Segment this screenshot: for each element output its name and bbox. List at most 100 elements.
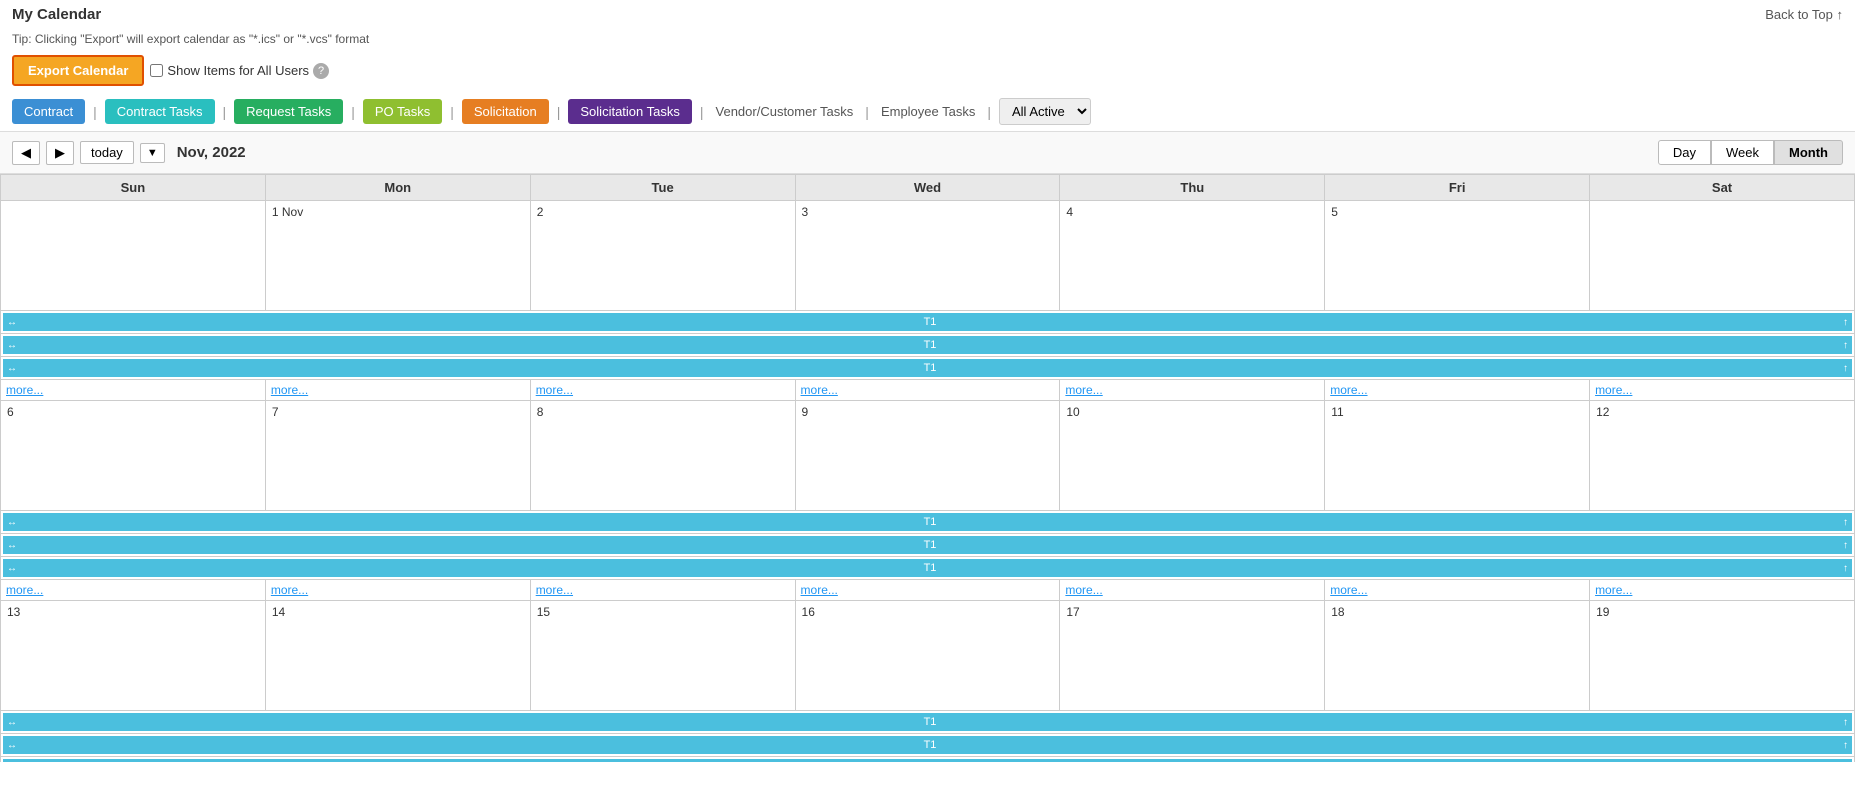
more-link[interactable]: more... <box>267 581 529 599</box>
calendar-day[interactable] <box>1 201 266 311</box>
day-number: 3 <box>798 203 1058 221</box>
calendar-day[interactable]: 2 <box>530 201 795 311</box>
event-right-arrow: ↑ <box>1843 363 1848 374</box>
event-bar[interactable]: ↔T1↑ <box>3 536 1852 554</box>
event-left-arrow: ↔ <box>7 517 17 528</box>
export-calendar-button[interactable]: Export Calendar <box>12 55 144 86</box>
request-tasks-filter-button[interactable]: Request Tasks <box>234 99 343 124</box>
calendar-nav: ◀ ▶ today ▼ Nov, 2022 Day Week Month <box>0 131 1855 174</box>
more-link[interactable]: more... <box>797 381 1059 399</box>
next-month-button[interactable]: ▶ <box>46 141 74 165</box>
more-link[interactable]: more... <box>2 381 264 399</box>
more-link[interactable]: more... <box>1591 581 1853 599</box>
day-number: 1 Nov <box>268 203 528 221</box>
calendar-day[interactable]: 15 <box>530 601 795 711</box>
event-right-arrow: ↑ <box>1843 717 1848 728</box>
day-number: 12 <box>1592 403 1852 421</box>
show-all-users-checkbox[interactable] <box>150 64 163 77</box>
tip-bar: Tip: Clicking "Export" will export calen… <box>0 29 1855 49</box>
event-bar[interactable]: ↔T1↑ <box>3 513 1852 531</box>
calendar-day[interactable]: 5 <box>1325 201 1590 311</box>
calendar-day[interactable]: 10 <box>1060 401 1325 511</box>
more-link[interactable]: more... <box>532 581 794 599</box>
month-dropdown-button[interactable]: ▼ <box>140 143 165 163</box>
calendar-day[interactable]: 14 <box>265 601 530 711</box>
event-label: T1 <box>924 716 937 728</box>
calendar-day[interactable]: 11 <box>1325 401 1590 511</box>
more-link[interactable]: more... <box>2 581 264 599</box>
event-bar[interactable]: ↔T1↑ <box>3 336 1852 354</box>
event-right-arrow: ↑ <box>1843 740 1848 751</box>
all-active-select[interactable]: All Active Active Inactive <box>999 98 1091 125</box>
filter-bar: Contract | Contract Tasks | Request Task… <box>0 92 1855 131</box>
day-header-tue: Tue <box>530 175 795 201</box>
prev-month-button[interactable]: ◀ <box>12 141 40 165</box>
back-to-top[interactable]: Back to Top ↑ <box>1765 7 1843 22</box>
more-link[interactable]: more... <box>1326 581 1588 599</box>
week-view-button[interactable]: Week <box>1711 140 1774 165</box>
day-number: 7 <box>268 403 528 421</box>
more-link[interactable]: more... <box>1326 381 1588 399</box>
more-cell: more... <box>1590 380 1855 401</box>
more-cell: more... <box>265 580 530 601</box>
solicitation-filter-button[interactable]: Solicitation <box>462 99 549 124</box>
event-bar[interactable]: ↔T1↑ <box>3 736 1852 754</box>
event-right-arrow: ↑ <box>1843 340 1848 351</box>
calendar-day[interactable]: 3 <box>795 201 1060 311</box>
calendar-day[interactable]: 8 <box>530 401 795 511</box>
event-left-arrow: ↔ <box>7 363 17 374</box>
calendar-day[interactable]: 17 <box>1060 601 1325 711</box>
more-link[interactable]: more... <box>797 581 1059 599</box>
day-number: 17 <box>1062 603 1322 621</box>
event-label: T1 <box>924 339 937 351</box>
more-cell: more... <box>1325 580 1590 601</box>
day-number: 11 <box>1327 403 1587 421</box>
calendar-day[interactable]: 1 Nov <box>265 201 530 311</box>
event-bar[interactable]: ↔T1↑ <box>3 713 1852 731</box>
day-header-sat: Sat <box>1590 175 1855 201</box>
calendar-day[interactable]: 4 <box>1060 201 1325 311</box>
day-number: 19 <box>1592 603 1852 621</box>
today-button[interactable]: today <box>80 141 134 164</box>
day-header-thu: Thu <box>1060 175 1325 201</box>
event-bar[interactable]: ↔T1↑ <box>3 359 1852 377</box>
more-link[interactable]: more... <box>1061 381 1323 399</box>
day-header-wed: Wed <box>795 175 1060 201</box>
day-header-mon: Mon <box>265 175 530 201</box>
calendar-day[interactable]: 6 <box>1 401 266 511</box>
event-bar[interactable]: ↔T1↑ <box>3 559 1852 577</box>
day-number: 18 <box>1327 603 1587 621</box>
more-cell: more... <box>1590 580 1855 601</box>
event-right-arrow: ↑ <box>1843 517 1848 528</box>
more-cell: more... <box>1060 380 1325 401</box>
day-header-fri: Fri <box>1325 175 1590 201</box>
day-number <box>3 203 263 207</box>
more-link[interactable]: more... <box>1061 581 1323 599</box>
more-cell: more... <box>530 380 795 401</box>
calendar-day[interactable]: 16 <box>795 601 1060 711</box>
more-link[interactable]: more... <box>532 381 794 399</box>
contract-filter-button[interactable]: Contract <box>12 99 85 124</box>
employee-tasks-label: Employee Tasks <box>877 104 979 119</box>
calendar-day[interactable] <box>1590 201 1855 311</box>
show-all-users-label[interactable]: Show Items for All Users ? <box>150 63 329 79</box>
calendar-day[interactable]: 9 <box>795 401 1060 511</box>
calendar-day[interactable]: 19 <box>1590 601 1855 711</box>
view-buttons: Day Week Month <box>1658 140 1843 165</box>
calendar-day[interactable]: 12 <box>1590 401 1855 511</box>
calendar-day[interactable]: 7 <box>265 401 530 511</box>
more-link[interactable]: more... <box>267 381 529 399</box>
event-bar[interactable]: ↔T1↑ <box>3 759 1852 762</box>
info-icon[interactable]: ? <box>313 63 329 79</box>
event-bar[interactable]: ↔T1↑ <box>3 313 1852 331</box>
day-view-button[interactable]: Day <box>1658 140 1711 165</box>
more-cell: more... <box>1325 380 1590 401</box>
month-view-button[interactable]: Month <box>1774 140 1843 165</box>
calendar-day[interactable]: 18 <box>1325 601 1590 711</box>
contract-tasks-filter-button[interactable]: Contract Tasks <box>105 99 215 124</box>
calendar-day[interactable]: 13 <box>1 601 266 711</box>
more-cell: more... <box>795 380 1060 401</box>
po-tasks-filter-button[interactable]: PO Tasks <box>363 99 442 124</box>
more-link[interactable]: more... <box>1591 381 1853 399</box>
solicitation-tasks-filter-button[interactable]: Solicitation Tasks <box>568 99 691 124</box>
